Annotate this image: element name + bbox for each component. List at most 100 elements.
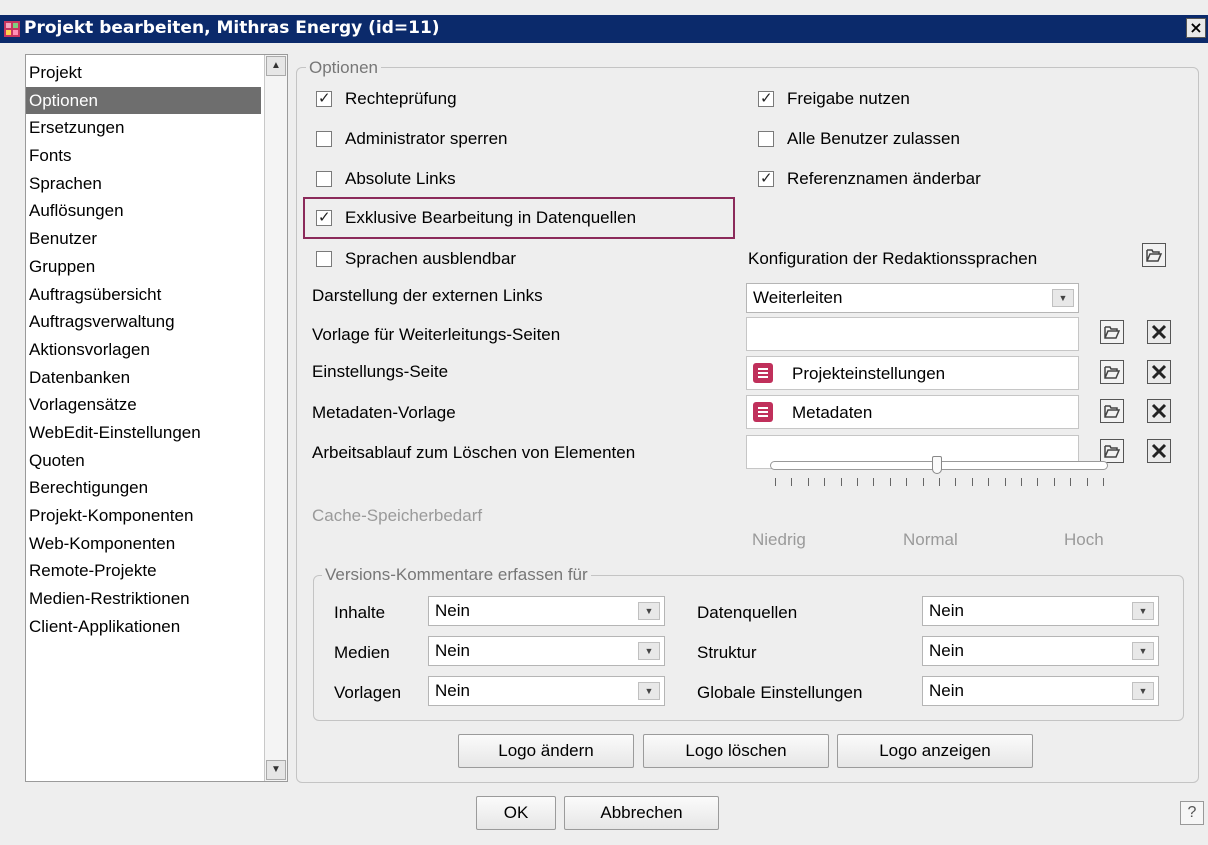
sidebar-item[interactable]: WebEdit-Einstellungen <box>26 419 261 447</box>
slider-tick <box>922 478 924 486</box>
sidebar-item[interactable]: Projekt-Komponenten <box>26 502 261 530</box>
versions-legend: Versions-Kommentare erfassen für <box>322 565 591 585</box>
slider-tick <box>939 478 940 486</box>
cache-label: Cache-Speicherbedarf <box>312 506 483 525</box>
sidebar-item[interactable]: Remote-Projekte <box>26 557 261 585</box>
scroll-up-icon[interactable]: ▲ <box>266 56 286 76</box>
folder-open-icon[interactable] <box>1100 360 1124 384</box>
logo-aendern-button[interactable]: Logo ändern <box>458 734 634 768</box>
arbeitsablauf-label: Arbeitsablauf zum Löschen von Elementen <box>312 443 636 462</box>
vorlage-label: Vorlage für Weiterleitungs-Seiten <box>312 325 561 344</box>
ok-button[interactable]: OK <box>476 796 556 830</box>
slider-tick <box>791 478 793 486</box>
sidebar-item[interactable]: Benutzer <box>26 225 261 253</box>
medien-select[interactable]: Nein ▼ <box>428 636 665 666</box>
sidebar-item[interactable]: Quoten <box>26 447 261 475</box>
sidebar-item[interactable]: Berechtigungen <box>26 474 261 502</box>
folder-open-icon[interactable] <box>1100 399 1124 423</box>
checkbox-admin-sperren[interactable]: Administrator sperren <box>316 128 508 150</box>
darstellung-select[interactable]: Weiterleiten ▼ <box>746 283 1079 313</box>
chevron-down-icon[interactable]: ▼ <box>638 682 660 700</box>
struktur-select[interactable]: Nein ▼ <box>922 636 1159 666</box>
sidebar-item[interactable]: Optionen <box>26 86 261 115</box>
sidebar-item[interactable]: Fonts <box>26 142 261 170</box>
delete-x-icon[interactable] <box>1147 360 1171 384</box>
abbrechen-button[interactable]: Abbrechen <box>564 796 719 830</box>
select-value: Weiterleiten <box>753 288 843 307</box>
logo-anzeigen-button[interactable]: Logo anzeigen <box>837 734 1033 768</box>
cache-min-label: Niedrig <box>752 530 806 549</box>
checkbox-box[interactable] <box>316 208 332 226</box>
close-icon[interactable]: × <box>1186 18 1206 38</box>
vorlage-field[interactable] <box>746 317 1079 351</box>
sidebar-item[interactable]: Auftragsübersicht <box>26 281 261 309</box>
checkbox-exklusive-bearbeitung[interactable]: Exklusive Bearbeitung in Datenquellen <box>316 207 636 229</box>
checkbox-freigabe[interactable]: Freigabe nutzen <box>758 88 910 110</box>
sidebar-item[interactable]: Vorlagensätze <box>26 391 261 419</box>
folder-open-icon[interactable] <box>1142 243 1166 267</box>
sidebar-scrollbar[interactable]: ▲ ▼ <box>264 55 287 781</box>
einstellung-field[interactable]: Projekteinstellungen <box>746 356 1079 390</box>
checkbox-box[interactable] <box>316 89 332 107</box>
sidebar-item[interactable]: Datenbanken <box>26 364 261 392</box>
chevron-down-icon[interactable]: ▼ <box>638 602 660 620</box>
medien-label: Medien <box>334 643 390 662</box>
sidebar-item[interactable]: Ersetzungen <box>26 114 261 142</box>
datenquellen-label: Datenquellen <box>697 603 798 622</box>
inhalte-select[interactable]: Nein ▼ <box>428 596 665 626</box>
sidebar-item[interactable]: Web-Komponenten <box>26 530 261 558</box>
sidebar-item[interactable]: Auftragsverwaltung <box>26 308 261 336</box>
checkbox-box[interactable] <box>316 131 332 147</box>
datenquellen-select[interactable]: Nein ▼ <box>922 596 1159 626</box>
metadaten-field[interactable]: Metadaten <box>746 395 1079 429</box>
checkbox-referenznamen[interactable]: Referenznamen änderbar <box>758 168 981 190</box>
slider-tick <box>1103 478 1104 486</box>
sidebar-item[interactable]: Sprachen <box>26 170 261 198</box>
vorlagen-select[interactable]: Nein ▼ <box>428 676 665 706</box>
chevron-down-icon[interactable]: ▼ <box>638 642 660 660</box>
cache-max-label: Hoch <box>1064 530 1104 549</box>
slider-tick <box>1070 478 1072 486</box>
checkbox-rechtepruefung[interactable]: Rechteprüfung <box>316 88 457 110</box>
checkbox-box[interactable] <box>758 169 774 187</box>
options-legend: Optionen <box>306 58 381 78</box>
globale-einstellungen-select[interactable]: Nein ▼ <box>922 676 1159 706</box>
sidebar-item[interactable]: Auflösungen <box>26 197 261 225</box>
delete-x-icon[interactable] <box>1147 439 1171 463</box>
title-bar[interactable]: Projekt bearbeiten, Mithras Energy (id=1… <box>0 15 1208 43</box>
sidebar-list[interactable]: Projekt Optionen Ersetzungen Fonts Sprachen A… <box>25 54 288 782</box>
slider-tick <box>988 478 990 486</box>
slider-tick <box>857 478 858 486</box>
slider-tick <box>1004 478 1006 486</box>
checkbox-sprachen-ausblendbar[interactable]: Sprachen ausblendbar <box>316 248 516 270</box>
chevron-down-icon[interactable]: ▼ <box>1132 602 1154 620</box>
sidebar-item[interactable]: Medien-Restriktionen <box>26 585 261 613</box>
checkbox-box[interactable] <box>758 89 774 107</box>
chevron-down-icon[interactable]: ▼ <box>1052 289 1074 307</box>
chevron-down-icon[interactable]: ▼ <box>1132 642 1154 660</box>
folder-open-icon[interactable] <box>1100 320 1124 344</box>
slider-tick <box>1021 478 1022 486</box>
delete-x-icon[interactable] <box>1147 320 1171 344</box>
sidebar-item[interactable]: Projekt <box>26 59 261 87</box>
checkbox-label: Exklusive Bearbeitung in Datenquellen <box>345 208 637 227</box>
scroll-down-icon[interactable]: ▼ <box>266 760 286 780</box>
sidebar-item[interactable]: Aktionsvorlagen <box>26 336 261 364</box>
folder-open-icon[interactable] <box>1100 439 1124 463</box>
help-icon[interactable]: ? <box>1180 801 1204 825</box>
field-value: Metadaten <box>792 403 873 422</box>
checkbox-box[interactable] <box>316 251 332 267</box>
inhalte-label: Inhalte <box>334 603 386 622</box>
checkbox-alle-benutzer[interactable]: Alle Benutzer zulassen <box>758 128 960 150</box>
dialog: Projekt bearbeiten, Mithras Energy (id=1… <box>0 0 1208 845</box>
checkbox-absolute-links[interactable]: Absolute Links <box>316 168 456 190</box>
sidebar-item[interactable]: Client-Applikationen <box>26 613 261 641</box>
delete-x-icon[interactable] <box>1147 399 1171 423</box>
checkbox-box[interactable] <box>758 131 774 147</box>
checkbox-box[interactable] <box>316 171 332 187</box>
chevron-down-icon[interactable]: ▼ <box>1132 682 1154 700</box>
slider-tick <box>775 478 776 486</box>
cache-slider-thumb[interactable] <box>932 456 942 474</box>
sidebar-item[interactable]: Gruppen <box>26 253 261 281</box>
logo-loeschen-button[interactable]: Logo löschen <box>643 734 829 768</box>
